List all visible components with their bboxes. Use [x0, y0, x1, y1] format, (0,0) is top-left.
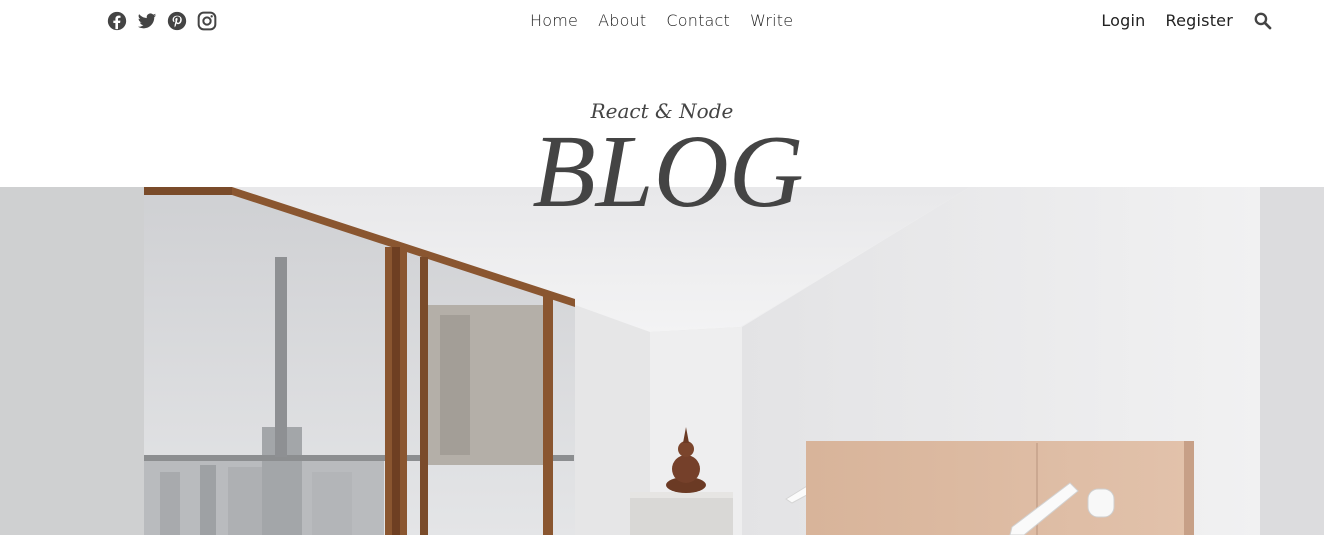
top-bar: Home About Contact Write Login Register — [0, 0, 1324, 44]
header-image — [0, 187, 1324, 535]
social-icons — [107, 11, 217, 31]
top-right: Login Register — [1101, 11, 1272, 30]
instagram-icon[interactable] — [197, 11, 217, 31]
nav-contact[interactable]: Contact — [666, 11, 730, 30]
bedroom-photo — [0, 187, 1324, 535]
search-icon[interactable] — [1253, 11, 1272, 30]
main-nav: Home About Contact Write — [530, 11, 793, 30]
twitter-icon[interactable] — [137, 11, 157, 31]
pinterest-icon[interactable] — [167, 11, 187, 31]
facebook-icon[interactable] — [107, 11, 127, 31]
login-link[interactable]: Login — [1101, 11, 1145, 30]
nav-write[interactable]: Write — [750, 11, 793, 30]
nav-about[interactable]: About — [598, 11, 646, 30]
header-subtitle: React & Node — [590, 99, 734, 123]
register-link[interactable]: Register — [1166, 11, 1233, 30]
nav-home[interactable]: Home — [530, 11, 578, 30]
